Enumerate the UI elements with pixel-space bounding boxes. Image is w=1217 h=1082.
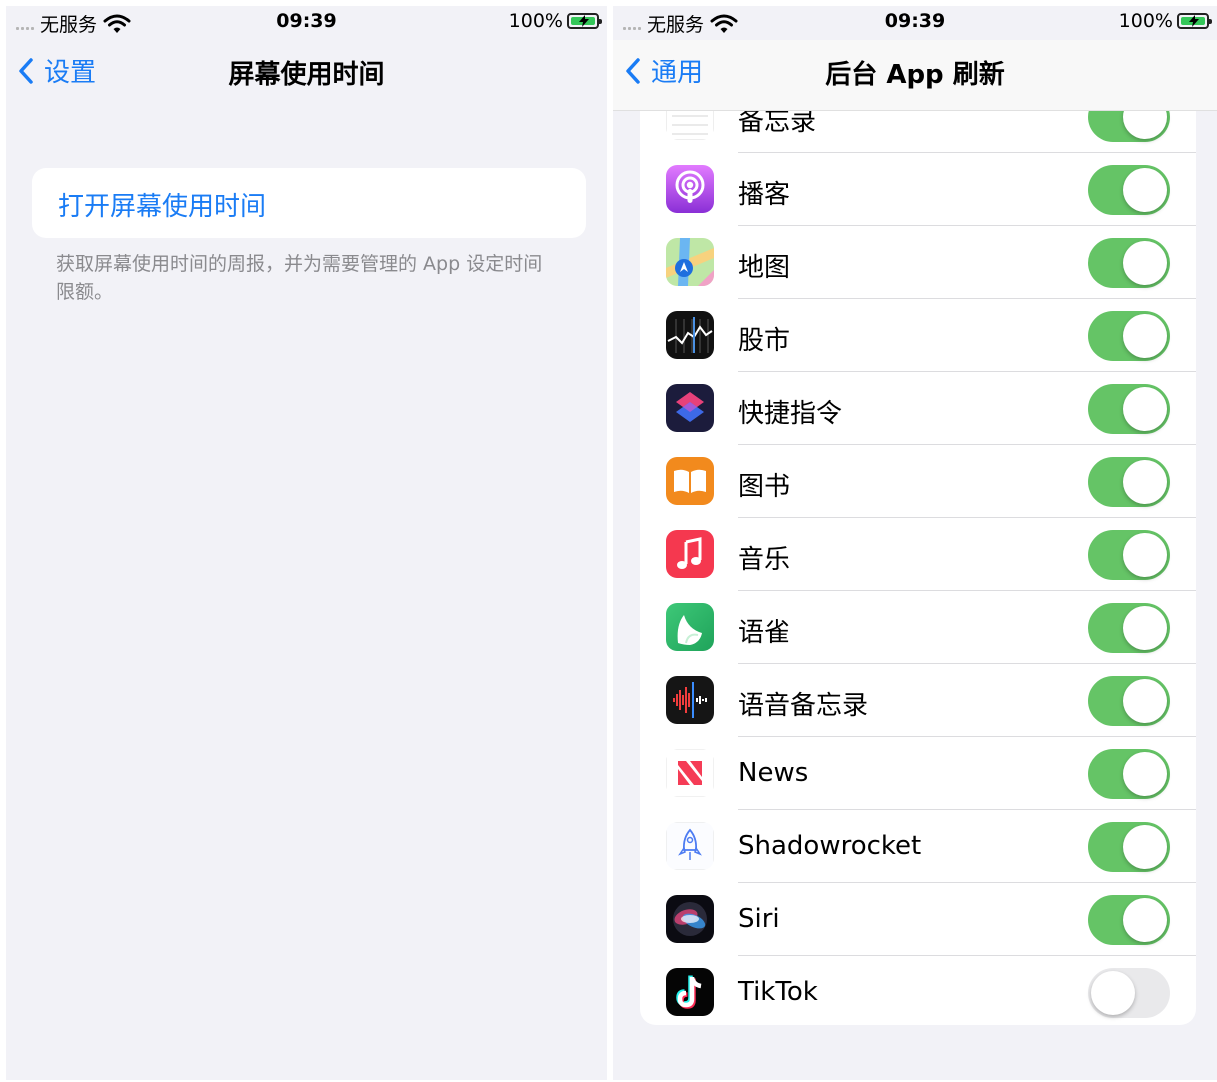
- app-name: 语雀: [738, 618, 791, 648]
- battery-icon: [567, 13, 602, 29]
- background-refresh-toggle[interactable]: [1088, 603, 1170, 653]
- background-refresh-toggle[interactable]: [1088, 968, 1170, 1018]
- battery-percent: 100%: [508, 10, 563, 32]
- app-row-shadowrocket: Shadowrocket: [640, 810, 1196, 883]
- app-list: 备忘录 播客 地图 股市 快捷指令 图书 音乐 语雀 语音备忘录 News Sh…: [640, 110, 1196, 1025]
- screen-time-description: 获取屏幕使用时间的周报，并为需要管理的 App 设定时间限额。: [56, 253, 543, 303]
- screen-time-panel: 无服务 09:39 100% 设置 屏幕使用时间 打开屏幕使用时间 获取屏幕使用…: [6, 6, 607, 1080]
- app-name: 快捷指令: [738, 399, 843, 429]
- battery-percent: 100%: [1118, 10, 1173, 32]
- voice-memos-icon: [666, 676, 714, 724]
- app-row-shortcuts: 快捷指令: [640, 372, 1196, 445]
- books-icon: [666, 457, 714, 505]
- background-refresh-toggle[interactable]: [1088, 238, 1170, 288]
- app-name: Shadowrocket: [738, 831, 922, 861]
- background-refresh-toggle[interactable]: [1088, 822, 1170, 872]
- battery-icon: [1177, 13, 1212, 29]
- background-refresh-toggle[interactable]: [1088, 749, 1170, 799]
- app-row-voice-memos: 语音备忘录: [640, 664, 1196, 737]
- app-row-podcasts: 播客: [640, 153, 1196, 226]
- yuque-icon: [666, 603, 714, 651]
- app-row-maps: 地图: [640, 226, 1196, 299]
- status-bar: 无服务 09:39 100%: [6, 6, 607, 40]
- background-refresh-toggle[interactable]: [1088, 457, 1170, 507]
- podcasts-icon: [666, 165, 714, 213]
- notes-icon: [666, 110, 714, 140]
- navigation-bar: 通用 后台 App 刷新: [613, 40, 1217, 111]
- turn-on-screen-time-label: 打开屏幕使用时间: [58, 192, 267, 222]
- shadowrocket-icon: [666, 822, 714, 870]
- app-row-siri: Siri: [640, 883, 1196, 956]
- background-refresh-toggle[interactable]: [1088, 895, 1170, 945]
- background-app-refresh-panel: 无服务 09:39 100% 通用 后台 App 刷新 备忘录 播客 地图 股市…: [613, 6, 1217, 1080]
- music-icon: [666, 530, 714, 578]
- news-icon: [666, 749, 714, 797]
- background-refresh-toggle[interactable]: [1088, 165, 1170, 215]
- app-row-yuque: 语雀: [640, 591, 1196, 664]
- app-row-stocks: 股市: [640, 299, 1196, 372]
- app-row-news: News: [640, 737, 1196, 810]
- app-name: 播客: [738, 180, 791, 210]
- navigation-bar: 设置 屏幕使用时间: [6, 40, 607, 110]
- maps-icon: [666, 238, 714, 286]
- app-name: TikTok: [738, 977, 818, 1007]
- page-title: 后台 App 刷新: [825, 60, 1005, 90]
- app-name: 备忘录: [738, 110, 817, 137]
- shortcuts-icon: [666, 384, 714, 432]
- page-title: 屏幕使用时间: [228, 60, 385, 90]
- app-row-books: 图书: [640, 445, 1196, 518]
- app-name: 语音备忘录: [738, 691, 869, 721]
- app-row-tiktok: TikTok: [640, 956, 1196, 1025]
- background-refresh-toggle[interactable]: [1088, 384, 1170, 434]
- app-row-notes: 备忘录: [640, 110, 1196, 153]
- app-name: 音乐: [738, 545, 791, 575]
- background-refresh-toggle[interactable]: [1088, 530, 1170, 580]
- background-refresh-toggle[interactable]: [1088, 676, 1170, 726]
- status-bar: 无服务 09:39 100%: [613, 6, 1217, 40]
- app-name: 股市: [738, 326, 791, 356]
- app-row-music: 音乐: [640, 518, 1196, 591]
- stocks-icon: [666, 311, 714, 359]
- app-name: 地图: [738, 253, 791, 283]
- siri-icon: [666, 895, 714, 943]
- app-name: News: [738, 758, 809, 788]
- background-refresh-toggle[interactable]: [1088, 311, 1170, 361]
- tiktok-icon: [666, 968, 714, 1016]
- background-refresh-toggle[interactable]: [1088, 110, 1170, 142]
- app-name: Siri: [738, 904, 780, 934]
- turn-on-screen-time-button[interactable]: 打开屏幕使用时间: [32, 168, 586, 238]
- app-name: 图书: [738, 472, 791, 502]
